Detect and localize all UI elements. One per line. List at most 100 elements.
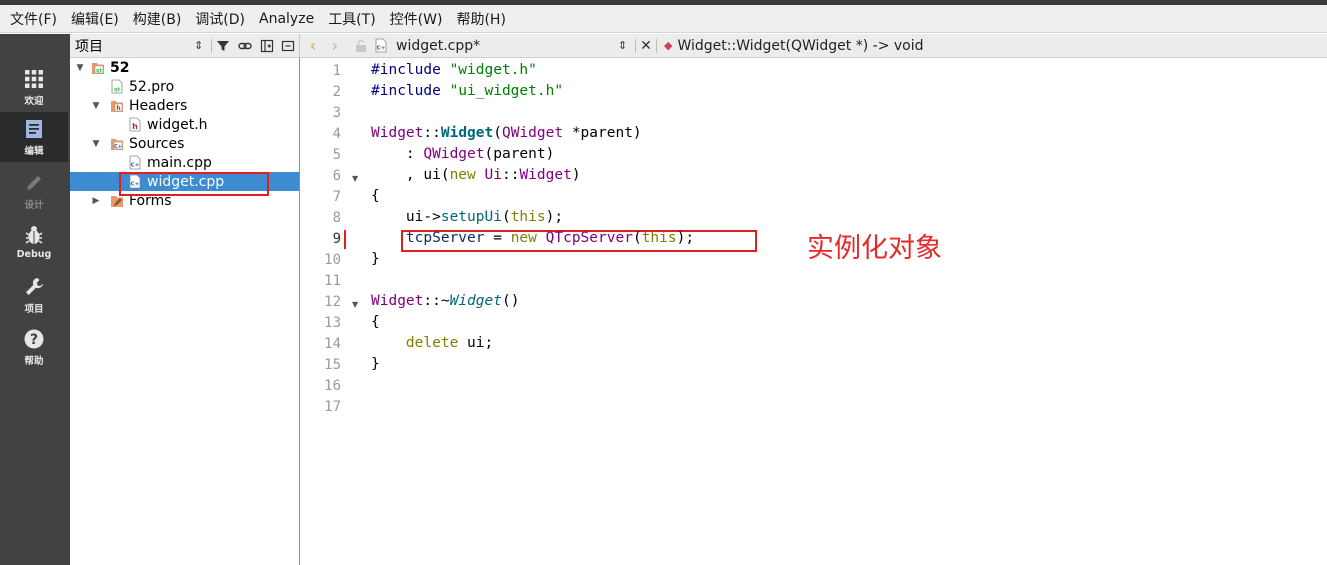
pencil-icon [27,176,41,190]
menu-edit[interactable]: 编辑(E) [64,9,126,29]
code-line[interactable]: Widget::~Widget() [371,293,519,309]
mode-projects[interactable]: 项目 [0,270,68,320]
project-pane-header: 项目 ⇕ [70,34,300,58]
menu-help[interactable]: 帮助(H) [449,9,512,29]
mode-welcome[interactable]: 欢迎 [0,62,68,112]
line-number: 1 [332,63,341,79]
mode-label: 欢迎 [24,96,44,107]
close-pane-icon[interactable] [277,35,299,57]
expand-arrow-icon[interactable]: ▼ [91,139,101,149]
tree-item-sources[interactable]: ▼ C+ Sources [70,134,299,153]
expand-arrow-icon[interactable]: ▼ [91,101,101,111]
menu-file[interactable]: 文件(F) [3,9,64,29]
grid-icon [25,70,43,88]
fold-marker-icon[interactable]: ▼ [352,174,358,183]
annotation-text: 实例化对象 [807,233,942,264]
line-number: 7 [332,189,341,205]
line-number: 14 [324,336,341,352]
tree-item-label: Headers [129,97,188,114]
mode-edit[interactable]: 编辑 [0,112,68,162]
code-line[interactable]: , ui(new Ui::Widget) [371,167,581,183]
bug-icon [25,226,43,244]
line-number: 6 [332,168,341,184]
pro-file-icon: qt [111,79,123,94]
code-line[interactable]: #include "ui_widget.h" [371,83,563,99]
line-number: 4 [332,126,341,142]
tree-item-label: Sources [129,135,185,152]
menu-build[interactable]: 构建(B) [126,9,189,29]
file-switcher-icon[interactable]: ⇕ [618,39,634,52]
link-icon[interactable] [234,35,256,57]
fold-marker-icon[interactable]: ▼ [352,300,358,309]
forward-arrow-icon[interactable]: › [324,36,346,55]
code-line[interactable]: { [371,314,380,330]
back-arrow-icon[interactable]: ‹ [302,36,324,55]
code-line[interactable]: { [371,188,380,204]
mode-label: 帮助 [24,356,44,367]
code-line[interactable]: } [371,251,380,267]
lock-icon[interactable] [354,39,368,53]
code-line[interactable]: tcpServer = new QTcpServer(this); [371,230,694,246]
tree-item-label: widget.h [147,116,208,133]
tree-item-main-cpp[interactable]: C+ main.cpp [70,153,299,172]
menu-tools[interactable]: 工具(T) [321,9,382,29]
tree-item-label: main.cpp [147,154,212,171]
line-number: 2 [332,84,341,100]
divider [210,38,212,53]
collapse-arrow-icon[interactable]: ▶ [91,196,101,206]
mode-label: 项目 [24,304,44,315]
mode-debug[interactable]: Debug [0,218,68,268]
tree-item-label: 52 [110,59,130,76]
tree-item-project[interactable]: ▼ qt 52 [70,58,299,77]
line-number: 16 [324,378,341,394]
mode-label: 编辑 [24,146,44,157]
menu-widgets[interactable]: 控件(W) [383,9,450,29]
expand-arrow-icon[interactable]: ▼ [75,63,85,73]
line-number: 11 [324,273,341,289]
cpp-file-icon: C+ [129,155,141,170]
open-file-name[interactable]: widget.cpp* [396,38,618,54]
split-icon[interactable] [256,35,278,57]
code-line[interactable]: } [371,356,380,372]
project-pane-title[interactable]: 项目 [70,36,188,56]
code-line[interactable]: Widget::Widget(QWidget *parent) [371,125,642,141]
tree-item-headers[interactable]: ▼ h Headers [70,96,299,115]
line-number: 3 [332,105,341,121]
mode-label: 设计 [24,200,44,211]
tree-item-widget-h[interactable]: h widget.h [70,115,299,134]
menu-debug[interactable]: 调试(D) [188,9,252,29]
line-number-gutter: 1 2 3 4 5 6 ▼ 7 8 9 10 11 12 ▼ 13 14 15 16 17 [300,58,367,565]
svg-text:h: h [116,105,120,112]
mode-help[interactable]: ? 帮助 [0,322,68,372]
help-icon: ? [24,329,44,349]
tree-item-pro-file[interactable]: qt 52.pro [70,77,299,96]
sources-folder-icon: C+ [111,139,123,150]
menu-bar: 文件(F) 编辑(E) 构建(B) 调试(D) Analyze 工具(T) 控件… [0,5,1327,33]
svg-text:h: h [132,122,138,131]
svg-text:C+: C+ [131,163,140,169]
menu-analyze[interactable]: Analyze [252,11,321,27]
qt-project-icon: qt [92,63,104,74]
header-file-icon: h [129,117,141,132]
code-line[interactable]: : QWidget(parent) [371,146,554,162]
mode-selector: 欢迎 编辑 设计 Debug 项目 ? 帮助 [0,34,70,565]
updown-icon[interactable]: ⇕ [188,35,210,57]
code-line[interactable]: #include "widget.h" [371,62,537,78]
code-line[interactable]: delete ui; [371,335,493,351]
document-icon [26,120,42,138]
mode-label: Debug [16,249,52,260]
line-number: 15 [324,357,341,373]
tree-item-label: 52.pro [129,78,175,95]
svg-text:qt: qt [96,68,103,74]
mode-design[interactable]: 设计 [0,166,68,216]
filter-icon[interactable] [213,35,235,57]
project-tree: ▼ qt 52 qt 52.pro ▼ h Headers h widget.h… [70,58,300,565]
highlight-box-widget-cpp [119,172,269,196]
current-line-marker [344,230,346,249]
svg-text:C+: C+ [114,144,122,150]
code-editor[interactable]: #include "widget.h" #include "ui_widget.h… [367,58,1327,565]
code-line[interactable]: ui->setupUi(this); [371,209,563,225]
close-editor-icon[interactable]: ✕ [637,38,655,54]
svg-text:qt: qt [114,87,121,93]
symbol-selector[interactable]: Widget::Widget(QWidget *) -> void [677,38,923,54]
